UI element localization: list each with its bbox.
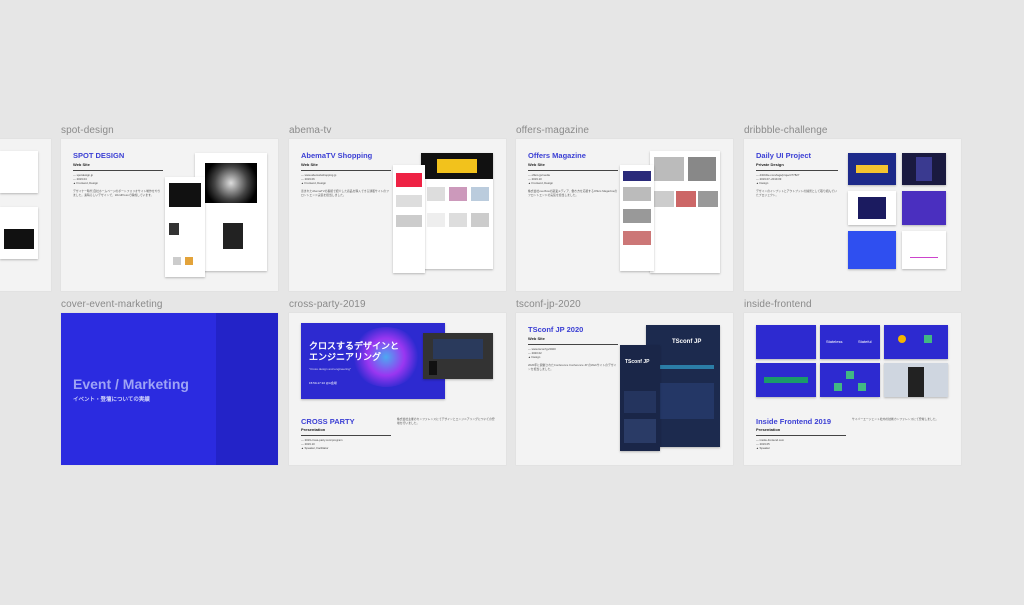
project-description: 恵まれたAbemaTVの番組で紹介した商品を購入できる通販サイトのフロントエンド… — [301, 189, 389, 198]
project-subtitle: Web Site — [528, 162, 545, 167]
project-title: Offers Magazine — [528, 151, 586, 160]
divider — [756, 435, 846, 436]
frame-label[interactable]: inside-frontend — [744, 299, 812, 310]
ui-shot-4 — [902, 191, 946, 225]
cover-title: Event / Marketing — [73, 376, 189, 392]
divider — [528, 170, 618, 171]
shot-title-mobile: TSconf JP — [625, 359, 650, 365]
project-title: SPOT DESIGN — [73, 151, 125, 160]
project-subtitle: Web Site — [73, 162, 90, 167]
partial-screenshot — [0, 151, 38, 193]
divider — [73, 170, 163, 171]
project-description: 2020年に開催されたConference Conference JP のWeb… — [528, 363, 617, 372]
ui-shot-6 — [902, 231, 946, 269]
project-subtitle: Web Site — [301, 162, 318, 167]
frame-offers-magazine[interactable]: Offers Magazine Web Site — offers.jp/med… — [516, 139, 733, 291]
frame-label[interactable]: abema-tv — [289, 125, 332, 136]
cover-side-panel — [216, 313, 278, 465]
slide-4 — [756, 363, 816, 397]
frame-label[interactable]: tsconf-jp-2020 — [516, 299, 581, 310]
project-description: サイバーエージェント社内の技術カンファレンスにて登壇しました。 — [852, 417, 939, 421]
project-subtitle: Private Design — [756, 162, 784, 167]
frame-cover-event-marketing[interactable]: Event / Marketing イベント・登壇についての実績 — [61, 313, 278, 465]
ui-shot-1 — [848, 153, 896, 185]
project-screenshot-mobile: TSconf JP — [620, 345, 660, 451]
slide-title: クロスするデザインと エンジニアリング — [309, 341, 400, 362]
frame-label[interactable]: cover-event-marketing — [61, 299, 163, 310]
project-screenshot-mobile — [620, 165, 654, 271]
partial-screenshot-dark — [0, 207, 38, 259]
divider — [301, 170, 391, 171]
project-description: 株式会社overflowの副業メディア、働き方を応援するOffers Magaz… — [528, 189, 618, 198]
ui-shot-3 — [848, 191, 896, 225]
slide-1 — [756, 325, 816, 359]
partial-frame-left[interactable] — [0, 139, 51, 291]
divider — [301, 435, 391, 436]
project-screenshot — [421, 153, 493, 269]
slide-subtitle: "Cross design and engineering" — [309, 367, 351, 371]
divider — [756, 170, 838, 171]
project-description: デザインのインプットとアウトプットの練習として取り組んでいたプロジェクト。 — [756, 189, 837, 198]
meta-role: ▲ Frontend, Design — [73, 181, 98, 185]
meta-role: ▲ Speaker, Facilitator — [301, 446, 329, 450]
project-title: TSconf JP 2020 — [528, 325, 584, 334]
speaker-photo — [884, 363, 948, 397]
event-photo — [423, 333, 493, 379]
slide-2: Stateless Stateful — [820, 325, 880, 359]
slide-stateful-label: Stateful — [858, 339, 872, 344]
frame-label[interactable]: dribbble-challenge — [744, 125, 828, 136]
frame-abema-tv[interactable]: AbemaTV Shopping Web Site — www.abematvs… — [289, 139, 506, 291]
project-title: Daily UI Project — [756, 151, 812, 160]
project-subtitle: Web Site — [528, 336, 545, 341]
shot-title: TSconf JP — [672, 339, 702, 345]
frame-inside-frontend[interactable]: Stateless Stateful Inside Frontend 2019 … — [744, 313, 961, 465]
meta-role: ▲ Design — [528, 355, 541, 359]
frame-label[interactable]: offers-magazine — [516, 125, 589, 136]
slide-5 — [820, 363, 880, 397]
meta-role: ▲ Design — [756, 181, 769, 185]
meta-role: ▲ Frontend, Design — [301, 181, 326, 185]
meta-role: ▲ Frontend, Design — [528, 181, 553, 185]
frame-tsconf-jp-2020[interactable]: TSconf JP 2020 Web Site — www.tsconf.jp/… — [516, 313, 733, 465]
project-screenshot — [650, 151, 720, 273]
divider — [528, 344, 618, 345]
project-subtitle: Presentation — [756, 427, 781, 432]
frame-spot-design[interactable]: SPOT DESIGN Web Site — spotdesign.jp — 2… — [61, 139, 278, 291]
slide-3 — [884, 325, 948, 359]
ui-shot-2 — [902, 153, 946, 185]
ui-shot-5 — [848, 231, 896, 269]
frame-label[interactable]: cross-party-2019 — [289, 299, 366, 310]
frame-label[interactable]: spot-design — [61, 125, 114, 136]
project-screenshot-secondary — [165, 177, 205, 277]
project-screenshot-mobile — [393, 165, 425, 273]
project-screenshot — [195, 153, 267, 271]
project-title: Inside Frontend 2019 — [756, 417, 832, 426]
project-title: AbemaTV Shopping — [301, 151, 373, 160]
slide-stateless-label: Stateless — [826, 339, 843, 344]
cover-subtitle: イベント・登壇についての実績 — [73, 397, 150, 403]
project-title: CROSS PARTY — [301, 417, 355, 426]
meta-role: ▲ Speaker — [756, 446, 770, 450]
frame-dribbble-challenge[interactable]: Daily UI Project Private Design — dribbb… — [744, 139, 961, 291]
frame-cross-party-2019[interactable]: クロスするデザインと エンジニアリング "Cross design and en… — [289, 313, 506, 465]
project-subtitle: Presentation — [301, 427, 326, 432]
project-description: 株式会社主催のカンファレンスにてデザインとエンジニアリングについての登壇を行いま… — [397, 417, 495, 426]
slide-time: 15:50-17:10 @A会場 — [309, 381, 337, 385]
project-description: デザイナー時代 自社ホームページのポートフォリオサイト制作をやりました。素晴らし… — [73, 189, 161, 198]
